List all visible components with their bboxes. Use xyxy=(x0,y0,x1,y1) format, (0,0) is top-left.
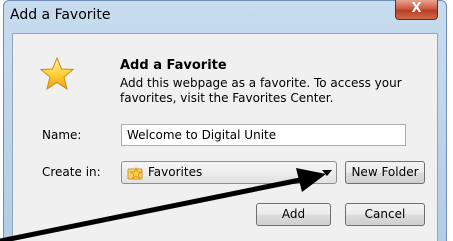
dialog-body: Add a Favorite Add this webpage as a fav… xyxy=(12,33,438,241)
title-bar[interactable]: Add a Favorite X xyxy=(4,0,446,33)
dialog-heading: Add a Favorite xyxy=(120,58,227,73)
create-in-label: Create in: xyxy=(42,165,101,179)
new-folder-button[interactable]: New Folder xyxy=(345,161,425,184)
star-icon xyxy=(40,57,74,91)
add-button[interactable]: Add xyxy=(256,203,331,226)
add-favorite-dialog: Add a Favorite X Add a Favorite Add this… xyxy=(3,0,447,241)
close-button[interactable]: X xyxy=(395,0,438,20)
chevron-down-icon[interactable] xyxy=(322,170,332,176)
create-in-value: Favorites xyxy=(148,165,203,179)
name-label: Name: xyxy=(42,128,82,142)
folder-star-icon xyxy=(127,167,143,180)
dialog-description: Add this webpage as a favorite. To acces… xyxy=(120,76,402,105)
create-in-dropdown[interactable]: Favorites xyxy=(121,161,337,184)
dialog-title: Add a Favorite xyxy=(10,7,111,23)
cancel-button[interactable]: Cancel xyxy=(345,203,425,226)
close-icon: X xyxy=(411,1,422,16)
name-input[interactable]: Welcome to Digital Unite xyxy=(121,124,406,146)
